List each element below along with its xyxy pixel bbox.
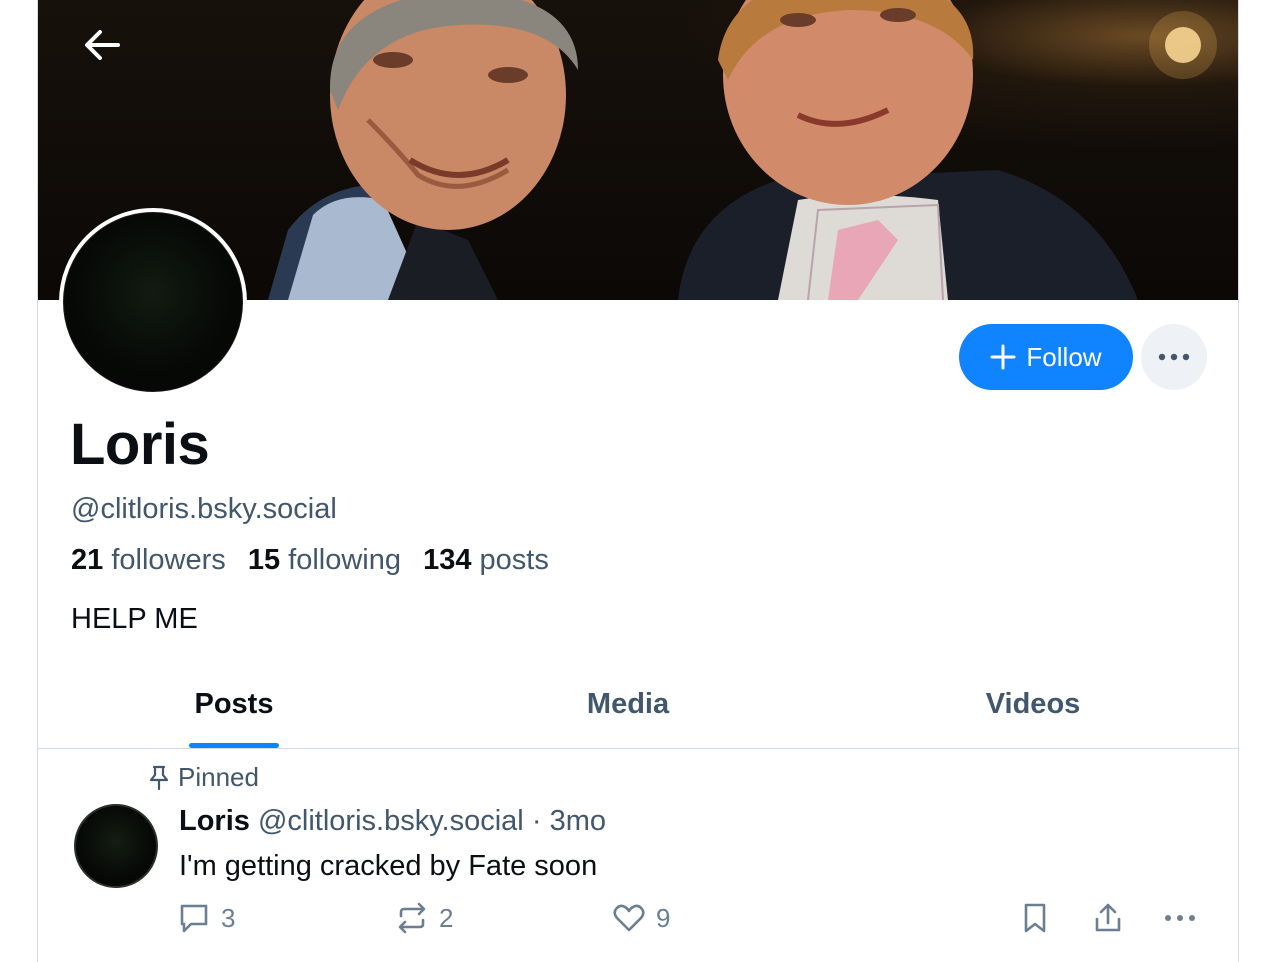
speech-bubble-icon: [180, 904, 208, 933]
followers-link[interactable]: 21 followers: [71, 544, 226, 576]
ellipsis-icon: [1165, 915, 1195, 921]
post-text: I'm getting cracked by Fate soon: [179, 850, 598, 882]
display-name: Loris: [70, 412, 210, 477]
repost-icon: [398, 902, 426, 934]
profile-stats: 21 followers 15 following 134 posts: [71, 541, 549, 579]
profile-more-button[interactable]: [1141, 324, 1207, 390]
repost-count: 2: [439, 902, 454, 933]
back-button[interactable]: [82, 28, 128, 74]
like-button[interactable]: 9: [612, 895, 670, 941]
like-count: 9: [656, 902, 671, 933]
following-label: following: [288, 544, 401, 576]
posts-stat: 134 posts: [423, 544, 549, 576]
profile-bio: HELP ME: [71, 603, 198, 635]
post-author-name[interactable]: Loris: [179, 805, 250, 837]
tab-posts[interactable]: Posts: [134, 660, 334, 748]
following-count: 15: [247, 544, 281, 576]
active-tab-indicator: [189, 743, 279, 748]
post-separator: ·: [531, 805, 542, 837]
posts-count: 134: [423, 544, 472, 576]
profile-column: Follow Loris @clitloris.bsky.social 21 f…: [37, 0, 1239, 962]
following-link[interactable]: 15 following: [248, 544, 401, 576]
bookmark-icon: [1024, 903, 1046, 933]
pin-icon: [149, 765, 169, 790]
followers-label: followers: [111, 544, 226, 576]
followers-count: 21: [71, 544, 104, 576]
reply-button[interactable]: 3: [177, 895, 235, 941]
profile-handle: @clitloris.bsky.social: [71, 493, 337, 525]
share-button[interactable]: [1091, 895, 1125, 941]
bookmark-button[interactable]: [1020, 895, 1050, 941]
post-author-handle[interactable]: @clitloris.bsky.social: [258, 805, 524, 837]
post-author-avatar[interactable]: [74, 804, 158, 888]
tab-videos[interactable]: Videos: [933, 660, 1133, 748]
reply-count: 3: [221, 902, 236, 933]
repost-button[interactable]: 2: [395, 895, 453, 941]
post-header: Loris @clitloris.bsky.social · 3mo: [179, 802, 606, 840]
tab-media[interactable]: Media: [528, 660, 728, 748]
profile-tabs: Posts Media Videos: [38, 660, 1238, 749]
pinned-label: Pinned: [178, 762, 259, 792]
arrow-left-icon: [85, 30, 120, 60]
post-time[interactable]: 3mo: [550, 805, 606, 837]
post-more-button[interactable]: [1163, 895, 1197, 941]
profile-avatar[interactable]: [59, 208, 247, 396]
heart-icon: [613, 904, 645, 932]
ellipsis-icon: [1158, 353, 1190, 361]
follow-label: Follow: [1026, 341, 1102, 372]
plus-icon: [990, 344, 1016, 370]
pinned-indicator: Pinned: [148, 762, 259, 793]
posts-label: posts: [479, 544, 549, 576]
follow-button[interactable]: Follow: [959, 324, 1133, 390]
share-icon: [1095, 903, 1121, 932]
